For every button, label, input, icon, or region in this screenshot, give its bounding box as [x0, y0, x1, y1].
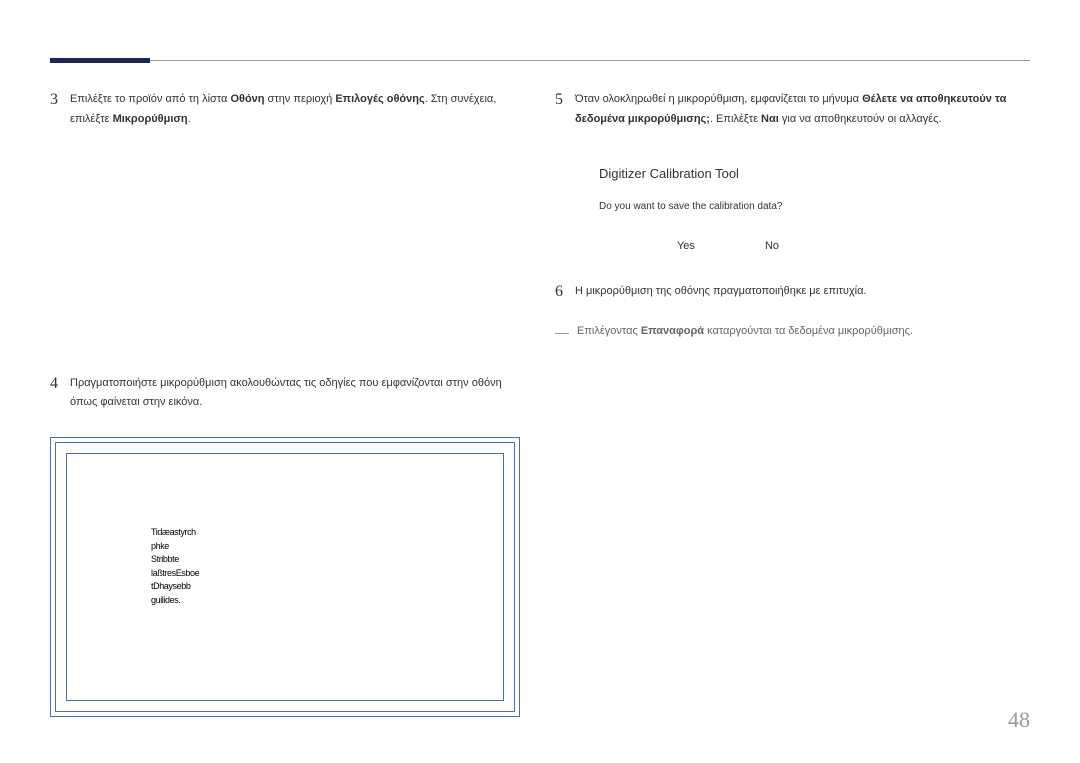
- text: .: [188, 113, 191, 125]
- two-column-layout: 3 Επιλέξτε το προϊόν από τη λίστα Οθόνη …: [50, 90, 1030, 717]
- dialog-message: Do you want to save the calibration data…: [599, 201, 857, 212]
- step-5-text: Όταν ολοκληρωθεί η μικρορύθμιση, εμφανίζ…: [575, 90, 1030, 130]
- step-number: 6: [555, 282, 563, 302]
- spacer: [50, 154, 525, 374]
- text: . Επιλέξτε: [710, 113, 761, 125]
- line: Stribbte: [151, 553, 241, 567]
- step-4-text: Πραγματοποιήστε μικρορύθμιση ακολουθώντα…: [70, 374, 525, 414]
- step-6: 6 Η μικρορύθμιση της οθόνης πραγματοποιή…: [555, 282, 1030, 302]
- right-column: 5 Όταν ολοκληρωθεί η μικρορύθμιση, εμφαν…: [555, 90, 1030, 717]
- left-column: 3 Επιλέξτε το προϊόν από τη λίστα Οθόνη …: [50, 90, 525, 717]
- calib-overlapped-text: Tidæastyrch phke Stribbte laßtresEsboe t…: [151, 526, 241, 607]
- calib-outer-frame: Tidæastyrch phke Stribbte laßtresEsboe t…: [50, 437, 520, 717]
- bold: Επιλογές οθόνης: [335, 93, 424, 105]
- step-5: 5 Όταν ολοκληρωθεί η μικρορύθμιση, εμφαν…: [555, 90, 1030, 130]
- page-content: 3 Επιλέξτε το προϊόν από τη λίστα Οθόνη …: [0, 0, 1080, 757]
- text: στην περιοχή: [265, 93, 336, 105]
- line: Tidæastyrch: [151, 526, 241, 540]
- step-3-text: Επιλέξτε το προϊόν από τη λίστα Οθόνη στ…: [70, 90, 525, 130]
- line: phke: [151, 540, 241, 554]
- text: Επιλέξτε το προϊόν από τη λίστα: [70, 93, 230, 105]
- header-accent: [50, 58, 150, 63]
- calib-mid-frame: Tidæastyrch phke Stribbte laßtresEsboe t…: [55, 442, 515, 712]
- step-4: 4 Πραγματοποιήστε μικρορύθμιση ακολουθών…: [50, 374, 525, 414]
- bold: Επαναφορά: [641, 325, 704, 337]
- yes-button[interactable]: Yes: [677, 240, 695, 252]
- header-separator: [50, 60, 1030, 61]
- calibration-dialog: Digitizer Calibration Tool Do you want t…: [583, 154, 873, 270]
- note-text: Επιλέγοντας Επαναφορά καταργούνται τα δε…: [577, 325, 913, 339]
- bold: Ναι: [761, 113, 779, 125]
- calibration-figure: Tidæastyrch phke Stribbte laßtresEsboe t…: [50, 437, 525, 717]
- text: Επιλέγοντας: [577, 325, 641, 337]
- page-number: 48: [1008, 707, 1030, 733]
- note-dash: ―: [555, 325, 569, 339]
- text: Όταν ολοκληρωθεί η μικρορύθμιση, εμφανίζ…: [575, 93, 862, 105]
- line: laßtresEsboe: [151, 567, 241, 581]
- text: καταργούνται τα δεδομένα μικρορύθμισης.: [704, 325, 913, 337]
- step-6-text: Η μικρορύθμιση της οθόνης πραγματοποιήθη…: [575, 282, 1030, 302]
- dialog-buttons: Yes No: [599, 240, 857, 252]
- text: για να αποθηκευτούν οι αλλαγές.: [779, 113, 942, 125]
- bold: Μικρορύθμιση: [113, 113, 188, 125]
- dialog-title: Digitizer Calibration Tool: [599, 166, 857, 181]
- line: tDhaysebb: [151, 580, 241, 594]
- step-number: 5: [555, 90, 563, 130]
- line: guilides.: [151, 594, 241, 608]
- step-number: 4: [50, 374, 58, 414]
- calib-inner-frame: Tidæastyrch phke Stribbte laßtresEsboe t…: [66, 453, 504, 701]
- step-3: 3 Επιλέξτε το προϊόν από τη λίστα Οθόνη …: [50, 90, 525, 130]
- reset-note: ― Επιλέγοντας Επαναφορά καταργούνται τα …: [555, 325, 1030, 339]
- step-number: 3: [50, 90, 58, 130]
- bold: Οθόνη: [230, 93, 264, 105]
- no-button[interactable]: No: [765, 240, 779, 252]
